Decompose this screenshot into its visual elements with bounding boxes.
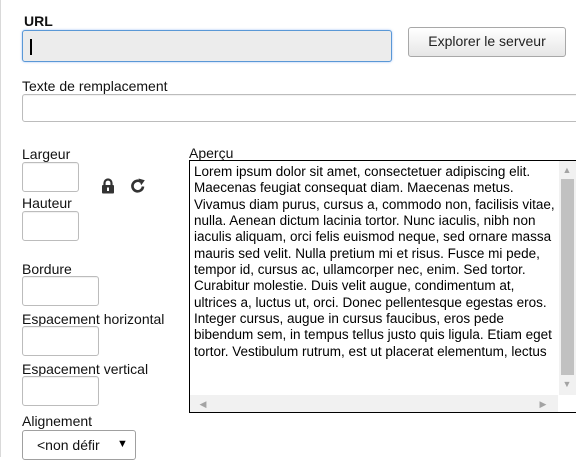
height-label: Hauteur xyxy=(22,195,72,211)
border-input[interactable] xyxy=(22,276,99,306)
dialog-left-border xyxy=(0,0,1,457)
alt-text-label: Texte de remplacement xyxy=(22,78,168,94)
browse-server-button[interactable]: Explorer le serveur xyxy=(408,27,566,57)
alt-text-input[interactable] xyxy=(22,94,576,122)
preview-text: Lorem ipsum dolor sit amet, consectetuer… xyxy=(194,164,555,359)
hspace-label: Espacement horizontal xyxy=(22,311,165,327)
vspace-label: Espacement vertical xyxy=(22,361,149,377)
url-label: URL xyxy=(24,13,53,29)
preview-box[interactable]: Lorem ipsum dolor sit amet, consectetuer… xyxy=(189,160,576,413)
text-cursor xyxy=(30,39,32,55)
alignment-select[interactable]: <non défir ▼ xyxy=(22,430,136,460)
border-label: Bordure xyxy=(22,261,72,277)
scroll-left-arrow-icon[interactable]: ◀ xyxy=(196,397,210,411)
preview-horizontal-scrollbar[interactable]: ◀ ▶ xyxy=(190,395,558,412)
scroll-right-arrow-icon[interactable]: ▶ xyxy=(536,397,550,411)
hspace-input[interactable] xyxy=(22,326,99,356)
chevron-down-icon: ▼ xyxy=(117,438,128,450)
preview-scroll-thumb[interactable] xyxy=(561,179,574,375)
scroll-down-arrow-icon[interactable]: ▼ xyxy=(560,377,574,391)
vspace-input[interactable] xyxy=(22,376,99,406)
alignment-label: Alignement xyxy=(22,413,93,429)
preview-vertical-scrollbar[interactable]: ▲ ▼ xyxy=(559,161,576,395)
width-label: Largeur xyxy=(22,146,71,162)
scroll-up-arrow-icon[interactable]: ▲ xyxy=(560,163,574,177)
height-input[interactable] xyxy=(22,211,79,241)
url-input[interactable] xyxy=(22,30,392,62)
lock-icon[interactable] xyxy=(101,178,115,194)
width-input[interactable] xyxy=(22,162,79,192)
alignment-selected-value: <non défir xyxy=(37,437,100,453)
reset-size-icon[interactable] xyxy=(130,177,146,194)
preview-label: Aperçu xyxy=(189,145,234,161)
